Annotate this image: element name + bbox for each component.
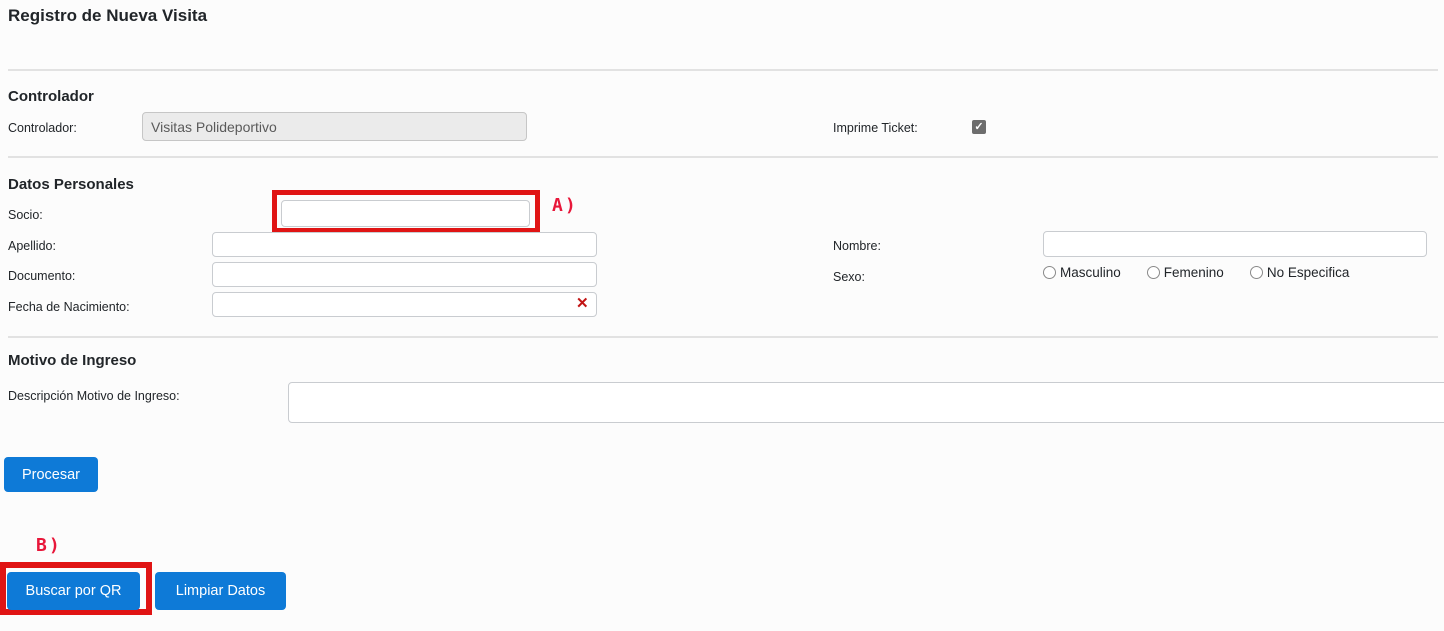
documento-input[interactable] xyxy=(212,262,597,287)
descripcion-motivo-input[interactable] xyxy=(288,382,1444,423)
radio-no-especifica[interactable]: No Especifica xyxy=(1250,265,1350,280)
clear-icon[interactable]: ✕ xyxy=(576,295,589,313)
radio-femenino[interactable]: Femenino xyxy=(1147,265,1224,280)
radio-label: Masculino xyxy=(1060,265,1121,280)
separator xyxy=(8,336,1438,338)
radio-label: Femenino xyxy=(1164,265,1224,280)
annotation-b-label: B) xyxy=(36,535,62,556)
separator xyxy=(8,156,1438,158)
datos-personales-section-heading: Datos Personales xyxy=(8,176,134,193)
controlador-section-heading: Controlador xyxy=(8,88,94,105)
imprime-ticket-checkbox[interactable]: ✓ xyxy=(972,120,986,134)
menu-icon[interactable] xyxy=(499,206,520,221)
buscar-por-qr-button[interactable]: Buscar por QR xyxy=(7,572,140,610)
page-title: Registro de Nueva Visita xyxy=(8,6,207,26)
motivo-ingreso-section-heading: Motivo de Ingreso xyxy=(8,352,136,369)
controlador-input xyxy=(142,112,527,141)
separator xyxy=(8,69,1438,71)
radio-label: No Especifica xyxy=(1267,265,1350,280)
fecha-nacimiento-label: Fecha de Nacimiento: xyxy=(8,300,130,314)
radio-icon xyxy=(1250,266,1263,279)
sexo-label: Sexo: xyxy=(833,270,865,284)
documento-label: Documento: xyxy=(8,269,75,283)
radio-icon xyxy=(1043,266,1056,279)
radio-masculino[interactable]: Masculino xyxy=(1043,265,1121,280)
radio-icon xyxy=(1147,266,1160,279)
procesar-button[interactable]: Procesar xyxy=(4,457,98,492)
controlador-label: Controlador: xyxy=(8,121,77,135)
socio-input[interactable] xyxy=(281,200,530,227)
annotation-a-label: A) xyxy=(552,195,578,216)
nombre-label: Nombre: xyxy=(833,239,881,253)
fecha-nacimiento-input[interactable] xyxy=(212,292,597,317)
limpiar-datos-button[interactable]: Limpiar Datos xyxy=(155,572,286,610)
apellido-input[interactable] xyxy=(212,232,597,257)
socio-label: Socio: xyxy=(8,208,43,222)
sexo-radio-group: Masculino Femenino No Especifica xyxy=(1043,265,1349,280)
apellido-label: Apellido: xyxy=(8,239,56,253)
descripcion-motivo-label: Descripción Motivo de Ingreso: xyxy=(8,389,180,403)
imprime-ticket-label: Imprime Ticket: xyxy=(833,121,918,135)
nombre-input[interactable] xyxy=(1043,231,1427,257)
